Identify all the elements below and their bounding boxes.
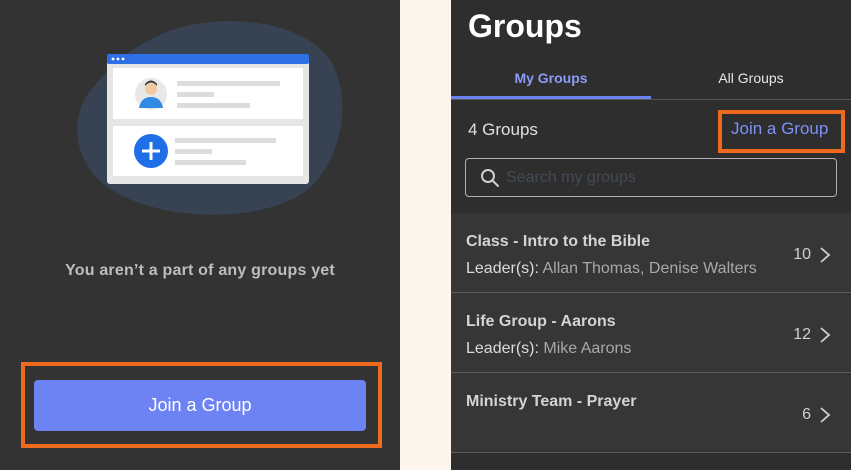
- join-group-link[interactable]: Join a Group: [731, 119, 828, 139]
- group-leaders: Leader(s): Mike Aarons: [466, 340, 631, 358]
- leader-label: Leader(s):: [466, 260, 539, 277]
- list-item[interactable]: Class - Intro to the Bible Leader(s): Al…: [451, 213, 851, 293]
- tab-all-groups[interactable]: All Groups: [651, 62, 851, 100]
- join-group-button[interactable]: Join a Group: [34, 380, 366, 431]
- panel-gap: [400, 0, 451, 470]
- search-box[interactable]: [465, 158, 837, 197]
- empty-state-panel: You aren’t a part of any groups yet Join…: [0, 0, 400, 470]
- chevron-right-icon: [820, 327, 831, 343]
- group-name: Ministry Team - Prayer: [466, 393, 637, 410]
- member-count: 12: [793, 326, 811, 343]
- group-name: Life Group - Aarons: [466, 313, 616, 330]
- page-title: Groups: [468, 8, 582, 44]
- tab-my-groups[interactable]: My Groups: [451, 62, 651, 100]
- active-tab-indicator: [451, 96, 651, 99]
- groups-list-panel: Groups My Groups All Groups 4 Groups Joi…: [451, 0, 851, 470]
- group-name: Class - Intro to the Bible: [466, 233, 651, 250]
- list-item[interactable]: Ministry Team - Prayer 6: [451, 373, 851, 453]
- empty-state-message: You aren’t a part of any groups yet: [65, 262, 335, 279]
- group-leaders: Leader(s): Allan Thomas, Denise Walters: [466, 260, 757, 278]
- search-input[interactable]: [506, 164, 826, 192]
- member-count: 6: [802, 406, 811, 423]
- tab-bar: My Groups All Groups: [451, 62, 851, 100]
- plus-icon: [134, 134, 168, 168]
- leader-names: Mike Aarons: [543, 340, 632, 357]
- member-count: 10: [793, 246, 811, 263]
- chevron-right-icon: [820, 247, 831, 263]
- user-avatar-icon: [135, 78, 167, 110]
- chevron-right-icon: [820, 407, 831, 423]
- leader-label: Leader(s):: [466, 340, 539, 357]
- group-count: 4 Groups: [468, 120, 538, 139]
- group-list: Class - Intro to the Bible Leader(s): Al…: [451, 213, 851, 453]
- list-item[interactable]: Life Group - Aarons Leader(s): Mike Aaro…: [451, 293, 851, 373]
- leader-names: Allan Thomas, Denise Walters: [542, 260, 757, 277]
- groups-illustration: [77, 21, 343, 215]
- search-icon: [481, 169, 499, 187]
